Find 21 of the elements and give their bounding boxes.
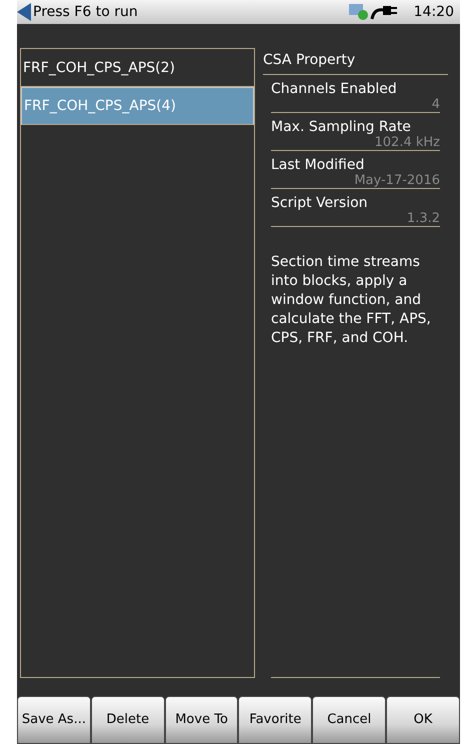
property-value: 4 xyxy=(432,97,440,112)
property-value: 1.3.2 xyxy=(406,211,440,226)
panel-title: CSA Property xyxy=(263,48,448,75)
property-label: Max. Sampling Rate xyxy=(271,119,412,135)
property-label: Channels Enabled xyxy=(271,81,398,97)
network-icon xyxy=(348,3,370,21)
status-title: Press F6 to run xyxy=(33,4,138,20)
property-value: 102.4 kHz xyxy=(374,135,440,150)
action-button[interactable]: Favorite xyxy=(238,696,312,744)
clock-time: 14:20 xyxy=(414,4,454,20)
property-label: Script Version xyxy=(271,195,369,211)
action-button[interactable]: OK xyxy=(386,696,460,744)
action-button[interactable]: Cancel xyxy=(312,696,386,744)
property-value: May-17-2016 xyxy=(354,173,440,188)
action-button[interactable]: Delete xyxy=(90,696,165,744)
description-text: Section time streams into blocks, apply a window function, and calculate the FFT, APS, CPS, FRF, and COH. xyxy=(271,253,432,348)
action-button[interactable]: Move To xyxy=(164,696,238,744)
back-arrow-icon[interactable] xyxy=(17,3,31,21)
action-button[interactable]: Save As... xyxy=(17,696,91,744)
power-plug-icon xyxy=(370,4,400,20)
property-label: Last Modified xyxy=(271,157,366,173)
